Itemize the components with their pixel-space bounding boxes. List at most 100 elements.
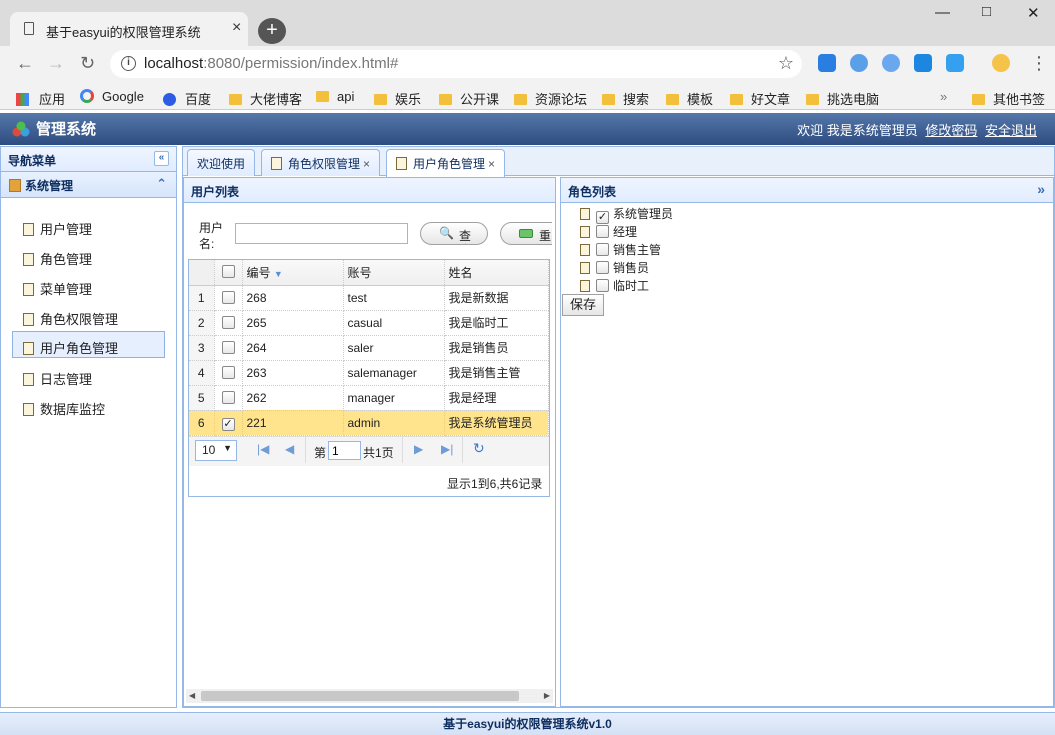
bookmark-folder[interactable]: 资源论坛 [514, 89, 587, 108]
reload-icon[interactable]: ↻ [80, 53, 95, 74]
menu-icon[interactable]: ⋮ [1030, 53, 1048, 74]
column-header-name[interactable]: 姓名 [444, 260, 549, 286]
table-row[interactable]: 1 268 test 我是新数据 [189, 285, 549, 311]
bookmark-folder[interactable]: 公开课 [439, 89, 499, 108]
table-row[interactable]: 4 263 salemanager 我是销售主管 [189, 360, 549, 386]
refresh-icon[interactable]: ↻ [473, 440, 485, 457]
row-checkbox-cell[interactable] [214, 285, 243, 311]
extension-icon-2[interactable] [850, 54, 868, 72]
table-row[interactable]: 5 262 manager 我是经理 [189, 385, 549, 411]
extension-icon-4[interactable] [914, 54, 932, 72]
row-checkbox[interactable] [221, 290, 235, 304]
row-checkbox[interactable] [221, 365, 235, 379]
new-tab-button[interactable]: + [258, 18, 286, 44]
column-header-id[interactable]: 编号 ▼ [242, 260, 344, 286]
bookmark-google[interactable]: Google [80, 89, 144, 104]
extension-icon-3[interactable] [882, 54, 900, 72]
back-icon[interactable]: ← [16, 53, 34, 74]
change-password-link[interactable]: 修改密码 [925, 123, 977, 138]
bookmark-folder[interactable]: 挑选电脑 [806, 89, 879, 108]
last-page-icon[interactable]: ▶| [441, 442, 453, 456]
other-bookmarks[interactable]: 其他书签 [972, 89, 1045, 108]
profile-avatar-icon[interactable] [992, 54, 1010, 72]
row-checkbox-cell[interactable]: ✓ [214, 410, 243, 436]
close-tab-icon[interactable]: × [232, 19, 241, 37]
reset-button[interactable]: 重 置 [500, 222, 552, 245]
info-icon[interactable]: i [121, 56, 136, 71]
bookmark-folder[interactable]: api [316, 89, 354, 104]
next-page-icon[interactable]: ▶ [414, 442, 423, 456]
maximize-icon[interactable]: □ [982, 3, 991, 20]
row-checkbox[interactable] [221, 390, 235, 404]
row-checkbox[interactable] [221, 315, 235, 329]
role-tree-node[interactable]: 销售主管 [580, 241, 661, 258]
role-tree-node[interactable]: ✓ 系统管理员 [580, 205, 673, 224]
accordion-header[interactable]: 系统管理 ⌃ [1, 172, 176, 198]
prev-page-icon[interactable]: ◀ [285, 442, 294, 456]
app-title: 管理系统 [36, 121, 97, 138]
first-page-icon[interactable]: |◀ [257, 442, 269, 456]
page-size-select[interactable]: 10 ▼ [195, 440, 237, 461]
role-checkbox[interactable] [596, 225, 609, 238]
username-search-input[interactable] [235, 223, 408, 244]
role-checkbox[interactable] [596, 279, 609, 292]
address-bar[interactable]: i localhost:8080/permission/index.html# … [110, 50, 802, 78]
sidebar-item-roles[interactable]: 角色管理 [12, 243, 165, 269]
more-bookmarks-icon[interactable]: » [940, 89, 947, 104]
sidebar-item-db-monitor[interactable]: 数据库监控 [12, 393, 165, 419]
row-checkbox[interactable] [221, 340, 235, 354]
scroll-right-icon[interactable]: ▶ [544, 691, 550, 700]
tab-role-permissions[interactable]: 角色权限管理 × [261, 149, 381, 176]
extension-icon-1[interactable] [818, 54, 836, 72]
bookmark-folder[interactable]: 大佬博客 [229, 89, 302, 108]
sidebar-item-users[interactable]: 用户管理 [12, 213, 165, 239]
select-all-header[interactable] [214, 260, 243, 286]
scrollbar-thumb[interactable] [201, 691, 519, 701]
query-button[interactable]: 🔍 查 询 [420, 222, 488, 245]
role-tree-node[interactable]: 经理 [580, 223, 637, 240]
chevron-up-icon[interactable]: ⌃ [156, 176, 167, 192]
sidebar-item-role-permissions[interactable]: 角色权限管理 [12, 303, 165, 329]
page-number-input[interactable] [328, 441, 361, 460]
sidebar-item-user-roles[interactable]: 用户角色管理 [12, 331, 165, 358]
minimize-icon[interactable]: — [935, 4, 950, 21]
scroll-left-icon[interactable]: ◀ [189, 691, 195, 700]
role-tree-node[interactable]: 销售员 [580, 259, 649, 276]
row-checkbox-cell[interactable] [214, 385, 243, 411]
horizontal-scrollbar[interactable]: ◀ ▶ [186, 689, 553, 703]
bookmark-folder[interactable]: 搜索 [602, 89, 649, 108]
table-row[interactable]: 3 264 saler 我是销售员 [189, 335, 549, 361]
expand-right-icon[interactable]: » [1037, 181, 1045, 197]
close-tab-icon[interactable]: × [363, 157, 370, 171]
sidebar-item-logs[interactable]: 日志管理 [12, 363, 165, 389]
table-row[interactable]: 2 265 casual 我是临时工 [189, 310, 549, 336]
bookmark-apps[interactable]: 应用 [16, 89, 65, 108]
forward-icon[interactable]: → [47, 53, 65, 74]
tab-user-roles[interactable]: 用户角色管理 × [386, 149, 506, 177]
cell-account: admin [343, 410, 445, 436]
save-button[interactable]: 保存 [562, 294, 604, 316]
collapse-left-icon[interactable]: « [154, 151, 169, 166]
sidebar-item-menus[interactable]: 菜单管理 [12, 273, 165, 299]
row-checkbox-cell[interactable] [214, 310, 243, 336]
column-header-account[interactable]: 账号 [343, 260, 445, 286]
bookmark-star-icon[interactable]: ☆ [778, 53, 794, 74]
row-checkbox-cell[interactable] [214, 360, 243, 386]
browser-tab[interactable]: 基于easyui的权限管理系统 × [10, 12, 248, 46]
close-window-icon[interactable]: ✕ [1027, 4, 1040, 22]
row-checkbox-cell[interactable] [214, 335, 243, 361]
bookmark-folder[interactable]: 娱乐 [374, 89, 421, 108]
bookmark-folder[interactable]: 好文章 [730, 89, 790, 108]
logout-link[interactable]: 安全退出 [985, 123, 1037, 138]
role-checkbox[interactable] [596, 261, 609, 274]
tab-welcome[interactable]: 欢迎使用 [187, 149, 256, 176]
bookmark-folder[interactable]: 模板 [666, 89, 713, 108]
role-checkbox[interactable] [596, 243, 609, 256]
bookmark-baidu[interactable]: 百度 [163, 89, 211, 108]
extension-icon-5[interactable] [946, 54, 964, 72]
table-row-selected[interactable]: 6 ✓ 221 admin 我是系统管理员 [189, 410, 549, 436]
role-tree-node[interactable]: 临时工 [580, 277, 649, 294]
select-all-checkbox[interactable] [221, 265, 235, 279]
close-tab-icon[interactable]: × [488, 157, 495, 171]
row-checkbox-checked[interactable]: ✓ [221, 418, 235, 431]
